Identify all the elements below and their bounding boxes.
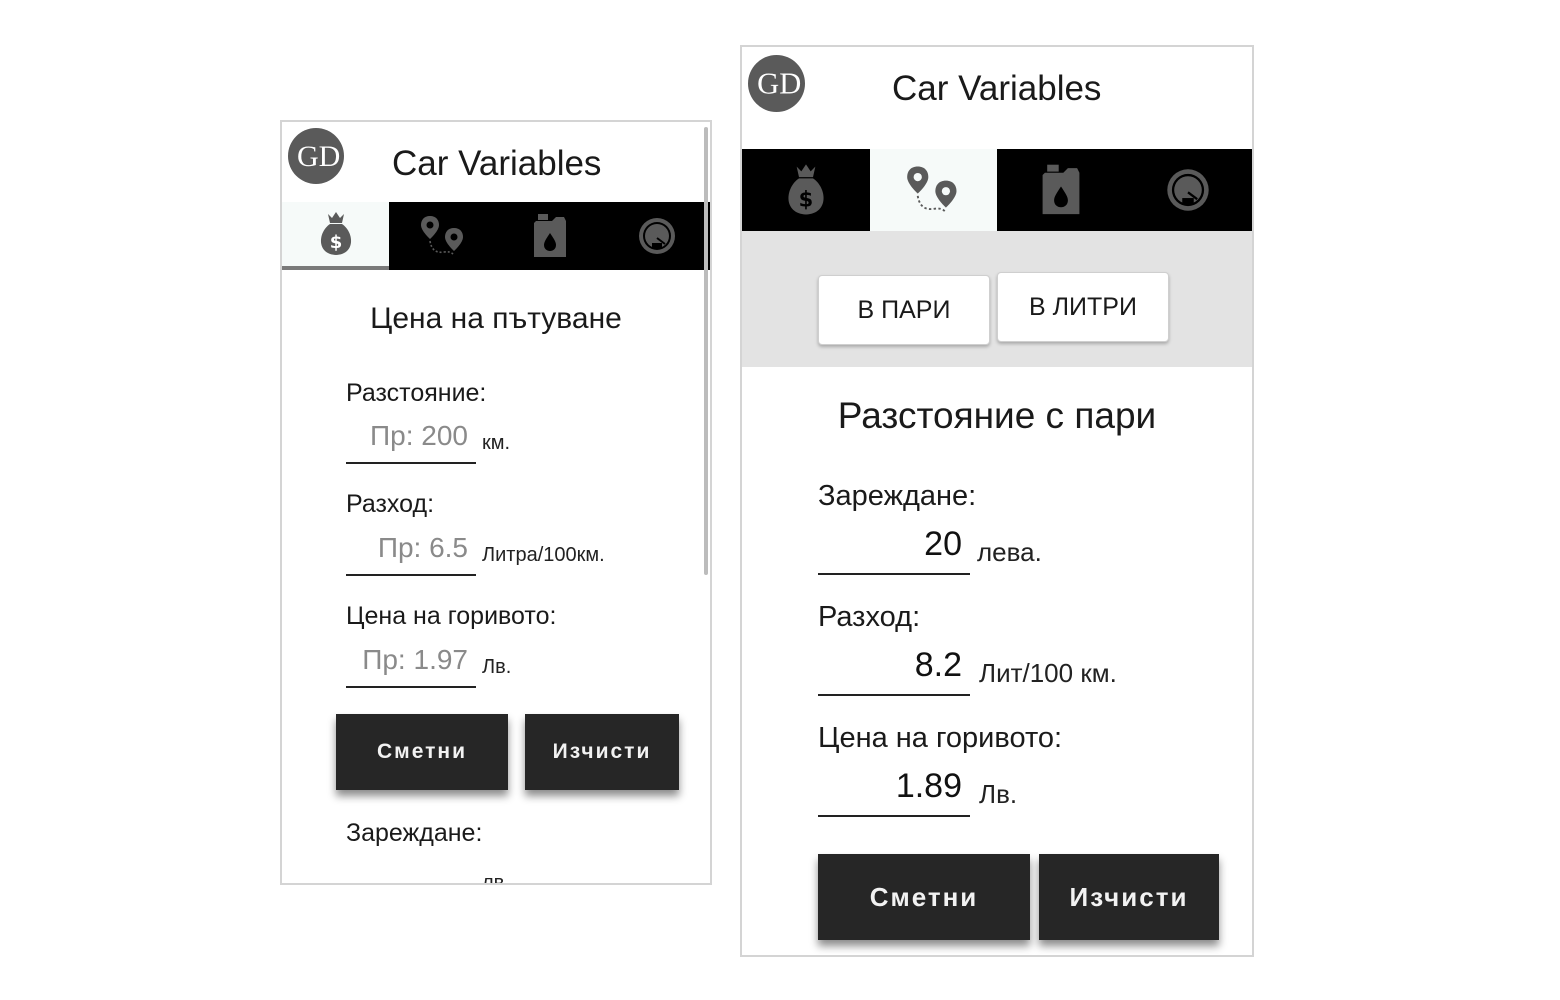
tab-fuel[interactable] — [496, 202, 603, 270]
form-heading: Цена на пътуване — [370, 302, 622, 335]
refuel-unit: лева. — [977, 537, 1042, 567]
consumption-input[interactable]: Пр: 6.5 — [346, 532, 476, 576]
clear-button[interactable]: Изчисти — [525, 714, 679, 790]
distance-placeholder: Пр: 200 — [370, 420, 468, 451]
app-title: Car Variables — [892, 69, 1102, 108]
fuel-price-placeholder: Пр: 1.97 — [362, 644, 468, 675]
tab-trip-cost[interactable]: $ — [282, 202, 389, 270]
fuel-canister-icon — [533, 214, 566, 257]
fuel-price-input[interactable]: Пр: 1.97 — [346, 644, 476, 688]
refuel-label: Зареждане: — [818, 480, 977, 512]
consumption-label: Разход: — [818, 601, 921, 633]
money-bag-icon: $ — [320, 212, 351, 255]
refuel-input[interactable]: 20 — [818, 525, 970, 575]
app-title: Car Variables — [392, 144, 602, 183]
fuel-price-unit: Лв. — [979, 779, 1018, 809]
clear-button[interactable]: Изчисти — [1039, 854, 1219, 940]
app-bar: GD Car Variables — [742, 47, 1252, 149]
fuel-price-input[interactable]: 1.89 — [818, 767, 970, 817]
phone-screen-distance-money: GD Car Variables $ В ПАРИ В ЛИТРИ Разсто… — [740, 45, 1254, 957]
calculate-button[interactable]: Сметни — [818, 854, 1030, 940]
speedometer-icon — [1167, 169, 1209, 211]
logo-text: GD — [757, 67, 801, 101]
form-heading: Разстояние с пари — [837, 395, 1157, 436]
tab-bar: $ — [742, 149, 1252, 231]
tab-distance[interactable] — [869, 149, 997, 231]
speedometer-icon — [638, 218, 675, 254]
svg-text:$: $ — [329, 232, 342, 253]
gd-logo: GD — [288, 128, 344, 184]
mode-selector: В ПАРИ В ЛИТРИ — [742, 231, 1252, 367]
tab-fuel[interactable] — [997, 149, 1125, 231]
fuel-price-label: Цена на горивото: — [346, 602, 557, 630]
distance-unit: км. — [482, 432, 511, 454]
tab-trip-cost[interactable]: $ — [742, 149, 870, 231]
trip-cost-form: Цена на пътуване Разстояние: Пр: 200 км.… — [282, 272, 710, 885]
fuel-canister-icon — [1042, 164, 1080, 215]
consumption-value: 8.2 — [914, 646, 962, 684]
refuel-result-label: Зареждане: — [346, 819, 483, 847]
consumption-unit: Литра/100км. — [482, 544, 605, 566]
fuel-price-value: 1.89 — [895, 767, 962, 805]
distance-money-form: Разстояние с пари Зареждане: 20 лева. Ра… — [742, 367, 1252, 955]
mode-money-button[interactable]: В ПАРИ — [818, 275, 990, 345]
mode-liters-button[interactable]: В ЛИТРИ — [997, 272, 1169, 342]
money-bag-icon: $ — [788, 164, 824, 215]
distance-label: Разстояние: — [346, 379, 487, 407]
tab-distance[interactable] — [389, 202, 496, 270]
route-pins-icon — [907, 166, 957, 212]
tab-bar: $ — [282, 202, 710, 270]
app-bar: GD Car Variables — [282, 122, 710, 202]
svg-text:$: $ — [798, 187, 813, 211]
tab-speed[interactable] — [603, 202, 710, 270]
consumption-input[interactable]: 8.2 — [818, 646, 970, 696]
consumption-placeholder: Пр: 6.5 — [377, 532, 468, 563]
fuel-price-label: Цена на горивото: — [818, 722, 1063, 754]
logo-text: GD — [297, 140, 340, 173]
calculate-button[interactable]: Сметни — [336, 714, 508, 790]
refuel-result-unit: лв. — [482, 872, 510, 885]
refuel-value: 20 — [924, 525, 962, 563]
fuel-price-unit: Лв. — [482, 656, 512, 678]
tab-speed[interactable] — [1125, 149, 1253, 231]
phone-screen-trip-cost: GD Car Variables $ Цена на пътуване Разс… — [280, 120, 712, 885]
distance-input[interactable]: Пр: 200 — [346, 420, 476, 464]
gd-logo: GD — [748, 55, 805, 112]
route-pins-icon — [420, 216, 463, 255]
consumption-unit: Лит/100 км. — [979, 658, 1117, 688]
consumption-label: Разход: — [346, 490, 435, 518]
